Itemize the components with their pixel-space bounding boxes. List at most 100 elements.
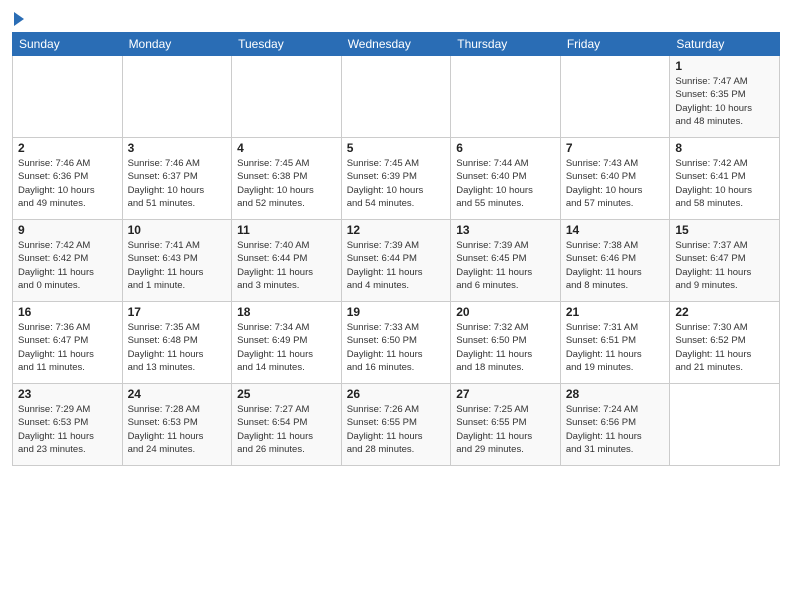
day-number: 2 xyxy=(18,141,117,155)
day-info: Sunrise: 7:47 AM Sunset: 6:35 PM Dayligh… xyxy=(675,75,774,128)
day-number: 1 xyxy=(675,59,774,73)
calendar-cell: 15Sunrise: 7:37 AM Sunset: 6:47 PM Dayli… xyxy=(670,220,780,302)
day-info: Sunrise: 7:41 AM Sunset: 6:43 PM Dayligh… xyxy=(128,239,227,292)
day-number: 18 xyxy=(237,305,336,319)
calendar-cell: 5 Sunrise: 7:45 AM Sunset: 6:39 PM Daylig… xyxy=(341,138,451,220)
calendar-cell: 2 Sunrise: 7:46 AM Sunset: 6:36 PM Daylig… xyxy=(13,138,123,220)
weekday-header-row: SundayMondayTuesdayWednesdayThursdayFrid… xyxy=(13,33,780,56)
day-number: 6 xyxy=(456,141,555,155)
day-number: 24 xyxy=(128,387,227,401)
calendar-cell: 4 Sunrise: 7:45 AM Sunset: 6:38 PM Daylig… xyxy=(232,138,342,220)
day-number: 13 xyxy=(456,223,555,237)
calendar-cell: 21Sunrise: 7:31 AM Sunset: 6:51 PM Dayli… xyxy=(560,302,670,384)
day-number: 25 xyxy=(237,387,336,401)
day-number: 26 xyxy=(347,387,446,401)
day-info: Sunrise: 7:27 AM Sunset: 6:54 PM Dayligh… xyxy=(237,403,336,456)
weekday-header-thursday: Thursday xyxy=(451,33,561,56)
day-info: Sunrise: 7:45 AM Sunset: 6:38 PM Dayligh… xyxy=(237,157,336,210)
calendar-week-row: 9Sunrise: 7:42 AM Sunset: 6:42 PM Daylig… xyxy=(13,220,780,302)
day-number: 10 xyxy=(128,223,227,237)
day-info: Sunrise: 7:46 AM Sunset: 6:36 PM Dayligh… xyxy=(18,157,117,210)
calendar-cell xyxy=(13,56,123,138)
calendar-cell xyxy=(560,56,670,138)
day-info: Sunrise: 7:44 AM Sunset: 6:40 PM Dayligh… xyxy=(456,157,555,210)
day-info: Sunrise: 7:32 AM Sunset: 6:50 PM Dayligh… xyxy=(456,321,555,374)
weekday-header-wednesday: Wednesday xyxy=(341,33,451,56)
calendar-week-row: 2 Sunrise: 7:46 AM Sunset: 6:36 PM Daylig… xyxy=(13,138,780,220)
calendar-cell: 14 Sunrise: 7:38 AM Sunset: 6:46 PM Dayli… xyxy=(560,220,670,302)
day-number: 22 xyxy=(675,305,774,319)
weekday-header-sunday: Sunday xyxy=(13,33,123,56)
day-info: Sunrise: 7:26 AM Sunset: 6:55 PM Dayligh… xyxy=(347,403,446,456)
calendar-cell: 25 Sunrise: 7:27 AM Sunset: 6:54 PM Dayli… xyxy=(232,384,342,466)
day-info: Sunrise: 7:35 AM Sunset: 6:48 PM Dayligh… xyxy=(128,321,227,374)
logo-arrow-icon xyxy=(14,12,24,26)
calendar-cell xyxy=(341,56,451,138)
calendar-cell: 20 Sunrise: 7:32 AM Sunset: 6:50 PM Dayli… xyxy=(451,302,561,384)
day-number: 4 xyxy=(237,141,336,155)
day-info: Sunrise: 7:33 AM Sunset: 6:50 PM Dayligh… xyxy=(347,321,446,374)
calendar-cell: 12 Sunrise: 7:39 AM Sunset: 6:44 PM Dayli… xyxy=(341,220,451,302)
day-number: 27 xyxy=(456,387,555,401)
day-info: Sunrise: 7:45 AM Sunset: 6:39 PM Dayligh… xyxy=(347,157,446,210)
calendar-cell: 17 Sunrise: 7:35 AM Sunset: 6:48 PM Dayli… xyxy=(122,302,232,384)
calendar-cell: 13 Sunrise: 7:39 AM Sunset: 6:45 PM Dayli… xyxy=(451,220,561,302)
calendar-cell: 27 Sunrise: 7:25 AM Sunset: 6:55 PM Dayli… xyxy=(451,384,561,466)
day-number: 20 xyxy=(456,305,555,319)
day-info: Sunrise: 7:36 AM Sunset: 6:47 PM Dayligh… xyxy=(18,321,117,374)
header xyxy=(12,10,780,26)
calendar-cell: 9Sunrise: 7:42 AM Sunset: 6:42 PM Daylig… xyxy=(13,220,123,302)
calendar-cell: 26 Sunrise: 7:26 AM Sunset: 6:55 PM Dayli… xyxy=(341,384,451,466)
day-number: 12 xyxy=(347,223,446,237)
calendar-cell: 19Sunrise: 7:33 AM Sunset: 6:50 PM Dayli… xyxy=(341,302,451,384)
calendar-cell: 11 Sunrise: 7:40 AM Sunset: 6:44 PM Dayli… xyxy=(232,220,342,302)
day-number: 5 xyxy=(347,141,446,155)
weekday-header-saturday: Saturday xyxy=(670,33,780,56)
day-info: Sunrise: 7:39 AM Sunset: 6:45 PM Dayligh… xyxy=(456,239,555,292)
calendar-cell: 22 Sunrise: 7:30 AM Sunset: 6:52 PM Dayli… xyxy=(670,302,780,384)
calendar-week-row: 23 Sunrise: 7:29 AM Sunset: 6:53 PM Dayli… xyxy=(13,384,780,466)
calendar-cell: 8 Sunrise: 7:42 AM Sunset: 6:41 PM Daylig… xyxy=(670,138,780,220)
day-info: Sunrise: 7:38 AM Sunset: 6:46 PM Dayligh… xyxy=(566,239,665,292)
calendar-cell: 24 Sunrise: 7:28 AM Sunset: 6:53 PM Dayli… xyxy=(122,384,232,466)
day-info: Sunrise: 7:39 AM Sunset: 6:44 PM Dayligh… xyxy=(347,239,446,292)
logo-text xyxy=(12,14,24,26)
day-number: 16 xyxy=(18,305,117,319)
day-number: 17 xyxy=(128,305,227,319)
day-info: Sunrise: 7:28 AM Sunset: 6:53 PM Dayligh… xyxy=(128,403,227,456)
day-info: Sunrise: 7:40 AM Sunset: 6:44 PM Dayligh… xyxy=(237,239,336,292)
day-info: Sunrise: 7:31 AM Sunset: 6:51 PM Dayligh… xyxy=(566,321,665,374)
day-info: Sunrise: 7:43 AM Sunset: 6:40 PM Dayligh… xyxy=(566,157,665,210)
day-info: Sunrise: 7:30 AM Sunset: 6:52 PM Dayligh… xyxy=(675,321,774,374)
calendar-cell: 3 Sunrise: 7:46 AM Sunset: 6:37 PM Daylig… xyxy=(122,138,232,220)
weekday-header-friday: Friday xyxy=(560,33,670,56)
calendar-cell xyxy=(670,384,780,466)
day-number: 14 xyxy=(566,223,665,237)
day-number: 9 xyxy=(18,223,117,237)
day-info: Sunrise: 7:42 AM Sunset: 6:41 PM Dayligh… xyxy=(675,157,774,210)
day-info: Sunrise: 7:37 AM Sunset: 6:47 PM Dayligh… xyxy=(675,239,774,292)
calendar-cell: 23 Sunrise: 7:29 AM Sunset: 6:53 PM Dayli… xyxy=(13,384,123,466)
day-number: 28 xyxy=(566,387,665,401)
calendar-cell: 16 Sunrise: 7:36 AM Sunset: 6:47 PM Dayli… xyxy=(13,302,123,384)
calendar-cell: 28 Sunrise: 7:24 AM Sunset: 6:56 PM Dayli… xyxy=(560,384,670,466)
weekday-header-monday: Monday xyxy=(122,33,232,56)
day-info: Sunrise: 7:29 AM Sunset: 6:53 PM Dayligh… xyxy=(18,403,117,456)
day-number: 7 xyxy=(566,141,665,155)
day-info: Sunrise: 7:25 AM Sunset: 6:55 PM Dayligh… xyxy=(456,403,555,456)
day-info: Sunrise: 7:46 AM Sunset: 6:37 PM Dayligh… xyxy=(128,157,227,210)
calendar-cell: 7 Sunrise: 7:43 AM Sunset: 6:40 PM Daylig… xyxy=(560,138,670,220)
day-info: Sunrise: 7:24 AM Sunset: 6:56 PM Dayligh… xyxy=(566,403,665,456)
day-number: 23 xyxy=(18,387,117,401)
day-number: 8 xyxy=(675,141,774,155)
calendar-cell: 18 Sunrise: 7:34 AM Sunset: 6:49 PM Dayli… xyxy=(232,302,342,384)
day-number: 3 xyxy=(128,141,227,155)
day-number: 11 xyxy=(237,223,336,237)
logo xyxy=(12,14,24,26)
day-info: Sunrise: 7:34 AM Sunset: 6:49 PM Dayligh… xyxy=(237,321,336,374)
calendar-cell: 1 Sunrise: 7:47 AM Sunset: 6:35 PM Daylig… xyxy=(670,56,780,138)
page-container: SundayMondayTuesdayWednesdayThursdayFrid… xyxy=(0,0,792,612)
calendar-week-row: 1 Sunrise: 7:47 AM Sunset: 6:35 PM Daylig… xyxy=(13,56,780,138)
calendar-week-row: 16 Sunrise: 7:36 AM Sunset: 6:47 PM Dayli… xyxy=(13,302,780,384)
calendar-cell xyxy=(451,56,561,138)
